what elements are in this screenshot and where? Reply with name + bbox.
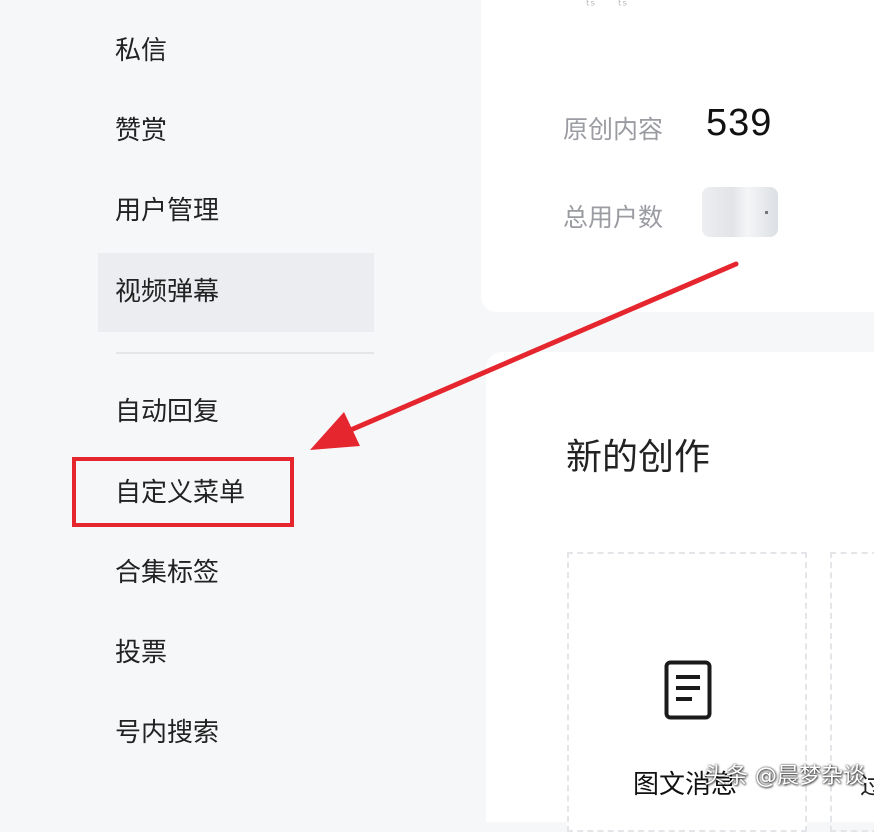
stats-card <box>481 0 874 312</box>
sidebar-item-label: 号内搜索 <box>115 718 220 748</box>
sidebar-item-video-danmaku[interactable]: 视频弹幕 <box>98 253 374 332</box>
stat-value-original-content: 539 <box>706 102 773 144</box>
sidebar-item-collection-tags[interactable]: 合集标签 <box>98 534 374 613</box>
sidebar-item-private-message[interactable]: 私信 <box>98 12 374 91</box>
sidebar-item-label: 赞赏 <box>115 116 168 146</box>
document-icon <box>664 660 712 720</box>
sidebar: 私信 赞赏 用户管理 视频弹幕 自动回复 自定义菜单 合集标签 投票 号内搜索 <box>0 0 470 804</box>
sidebar-item-account-search[interactable]: 号内搜索 <box>98 694 374 773</box>
cropped-icon-fragment: ᵗˢ <box>586 0 596 14</box>
sidebar-item-label: 私信 <box>115 36 168 66</box>
sidebar-item-user-management[interactable]: 用户管理 <box>98 172 374 251</box>
stat-label-total-users: 总用户数 <box>563 203 664 232</box>
sidebar-item-reward[interactable]: 赞赏 <box>98 92 374 171</box>
sidebar-item-label: 用户管理 <box>115 196 220 226</box>
cropped-icon-fragment: ᵗˢ <box>618 0 628 14</box>
sidebar-item-label: 合集标签 <box>115 558 220 588</box>
sidebar-item-label: 自定义菜单 <box>115 478 246 508</box>
sidebar-item-auto-reply[interactable]: 自动回复 <box>98 373 374 452</box>
sidebar-item-label: 自动回复 <box>115 397 220 427</box>
section-title-new-creation: 新的创作 <box>566 437 711 478</box>
stat-value-total-users-redacted <box>702 187 778 237</box>
watermark-text: 头条 @晨梦杂谈 <box>704 764 865 789</box>
sidebar-item-vote[interactable]: 投票 <box>98 614 374 693</box>
sidebar-item-label: 投票 <box>115 638 168 668</box>
sidebar-item-custom-menu[interactable]: 自定义菜单 <box>98 454 374 533</box>
sidebar-item-label: 视频弹幕 <box>115 277 220 307</box>
sidebar-divider <box>116 352 374 354</box>
stat-label-original-content: 原创内容 <box>563 115 664 144</box>
